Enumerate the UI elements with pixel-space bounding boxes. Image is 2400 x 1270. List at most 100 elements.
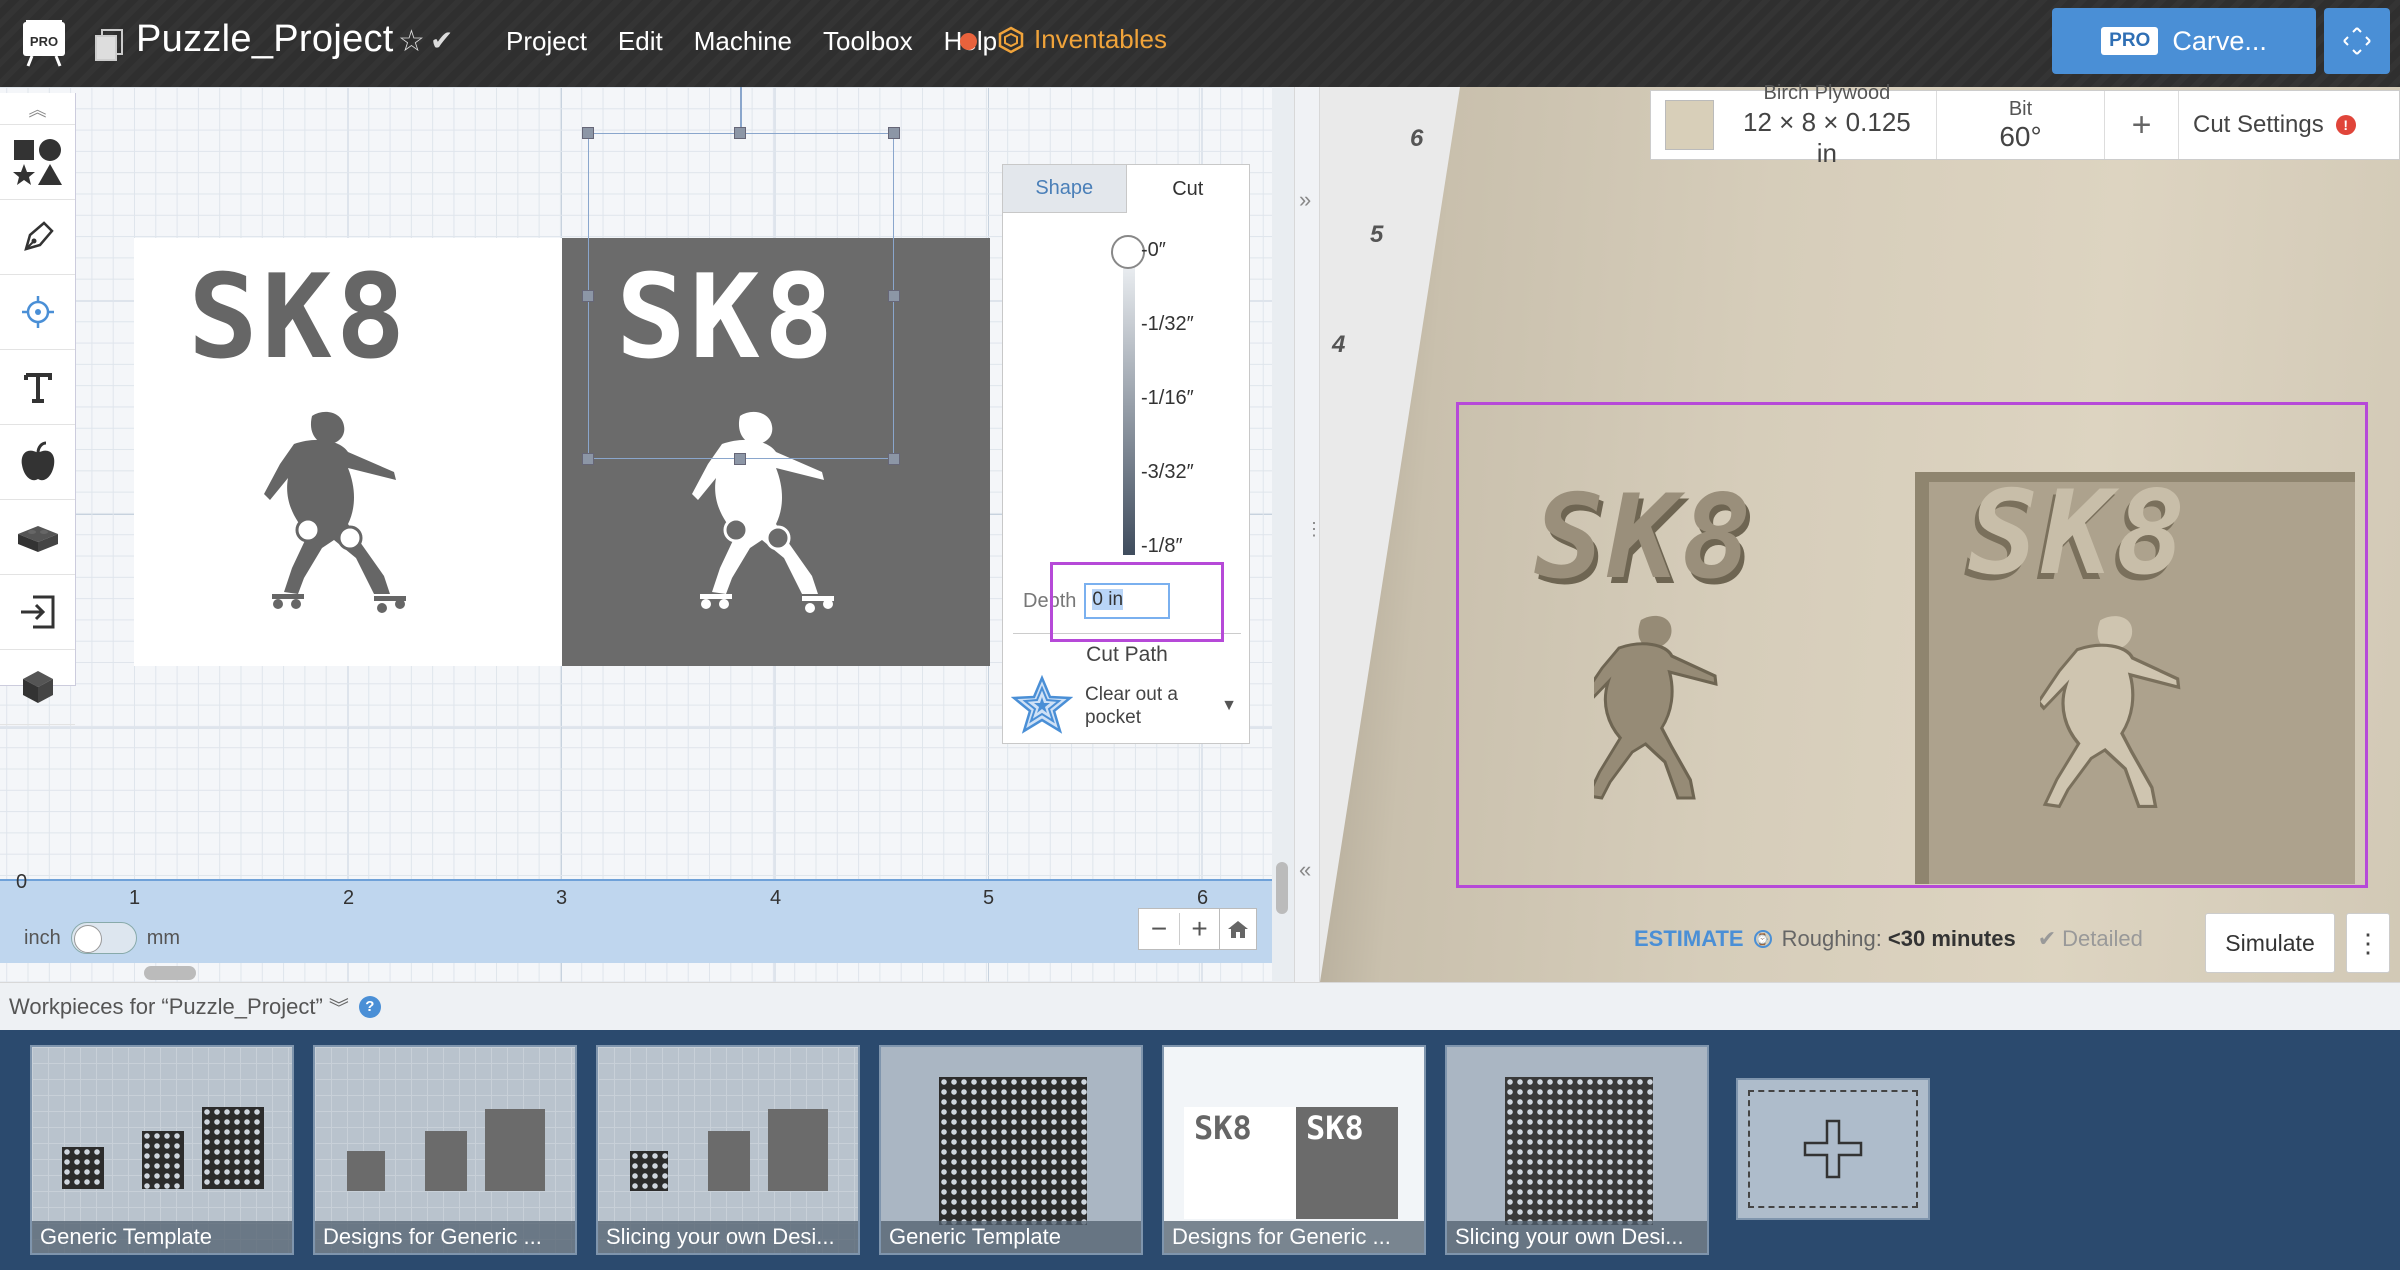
zoom-out-button[interactable]: −	[1139, 913, 1179, 945]
import-tool[interactable]	[0, 575, 75, 650]
notification-dot-icon	[960, 33, 977, 50]
collapse-right-chevron-icon[interactable]: »	[1299, 187, 1311, 213]
left-toolbar: ︽	[0, 93, 76, 725]
selection-handle[interactable]	[888, 127, 900, 139]
bit-selector[interactable]: Bit 60°	[1937, 91, 2105, 159]
cut-settings-button[interactable]: Cut Settings !	[2179, 91, 2370, 159]
thumb-puzzle	[939, 1077, 1087, 1225]
tab-shape[interactable]: Shape	[1003, 165, 1127, 213]
ruler-label: 0	[16, 871, 28, 893]
clock-icon: ⌚	[1753, 930, 1772, 948]
menu-machine[interactable]: Machine	[694, 26, 792, 57]
plus-icon	[1803, 1119, 1863, 1179]
unit-toggle[interactable]	[70, 922, 137, 954]
thumb-puzzle	[202, 1107, 264, 1189]
home-view-button[interactable]	[1219, 908, 1257, 950]
workpiece-design-white[interactable]: SK8	[134, 238, 562, 666]
point-tool[interactable]	[0, 275, 75, 350]
pocket-star-icon	[1011, 675, 1073, 734]
selection-handle[interactable]	[582, 290, 594, 302]
selection-handle[interactable]	[734, 453, 746, 465]
zoom-in-button[interactable]: +	[1179, 913, 1219, 945]
material-selector[interactable]: Birch Plywood 12 × 8 × 0.125 in	[1651, 82, 1937, 168]
text-icon	[23, 373, 52, 403]
ruler-label: 3	[556, 887, 568, 909]
warning-icon: !	[2335, 115, 2356, 135]
sk8-text-dark[interactable]: SK8	[188, 250, 410, 385]
horizontal-scrollbar[interactable]	[144, 966, 196, 980]
workpiece-thumbnail-active[interactable]: SK8 SK8 Designs for Generic ...	[1162, 1045, 1426, 1255]
depth-mark: -3/32″	[1141, 461, 1194, 483]
saved-check-icon: ✔	[430, 25, 454, 56]
panel-divider[interactable]: » ⋮ «	[1294, 87, 1323, 982]
add-workpiece-button[interactable]	[1736, 1078, 1930, 1220]
home-icon	[1228, 921, 1248, 938]
selection-handle[interactable]	[888, 290, 900, 302]
dropdown-arrow-icon[interactable]: ▼	[1221, 697, 1237, 715]
pen-tool[interactable]	[0, 200, 75, 275]
estimate-label[interactable]: ESTIMATE	[1634, 926, 1744, 952]
inventables-label: Inventables	[1034, 24, 1167, 54]
pen-icon	[23, 221, 54, 251]
axis-number: 6	[1410, 125, 1424, 152]
icon-library-tool[interactable]	[0, 425, 75, 500]
crosshair-icon	[21, 296, 54, 328]
apps-tool[interactable]	[0, 500, 75, 575]
roller-skater-icon[interactable]	[264, 408, 434, 628]
ruler-label: 2	[343, 887, 355, 909]
depth-slider-knob[interactable]	[1111, 235, 1145, 269]
inventables-link[interactable]: Inventables	[998, 24, 1167, 55]
selection-handle[interactable]	[582, 127, 594, 139]
selection-handle[interactable]	[582, 453, 594, 465]
add-workpiece-dashed	[1748, 1090, 1918, 1208]
add-bit-button[interactable]: +	[2105, 91, 2179, 159]
workpiece-thumbnail[interactable]: Generic Template	[879, 1045, 1143, 1255]
cut-settings-label: Cut Settings	[2193, 111, 2324, 138]
apple-icon	[21, 441, 54, 481]
favorite-star-icon[interactable]: ☆	[398, 24, 425, 59]
selection-handle[interactable]	[734, 127, 746, 139]
tab-cut[interactable]: Cut	[1126, 165, 1249, 213]
workpiece-thumbnail[interactable]: Slicing your own Desi...	[596, 1045, 860, 1255]
depth-highlight-box	[1050, 562, 1224, 642]
material-bar: Birch Plywood 12 × 8 × 0.125 in Bit 60° …	[1650, 82, 2400, 168]
axis-number: 5	[1370, 221, 1384, 248]
shapes-tool[interactable]	[0, 125, 75, 200]
carve-button[interactable]: PRO Carve...	[2052, 8, 2316, 74]
workpiece-thumbnail[interactable]: Designs for Generic ...	[313, 1045, 577, 1255]
thumb-sk8-text: SK8	[1194, 1109, 1252, 1147]
workpiece-thumbnail[interactable]: Slicing your own Desi...	[1445, 1045, 1709, 1255]
vertical-scrollbar[interactable]	[1276, 862, 1288, 914]
simulate-button[interactable]: Simulate	[2205, 913, 2335, 973]
zoom-controls: − +	[1138, 908, 1220, 950]
thumb-block	[768, 1109, 828, 1191]
collapse-left-chevron-icon[interactable]: «	[1299, 857, 1311, 883]
menu-toolbox[interactable]: Toolbox	[823, 26, 913, 57]
pro-logo-icon[interactable]: PRO	[20, 18, 68, 68]
selection-box[interactable]	[588, 133, 894, 459]
thumb-puzzle	[630, 1151, 668, 1191]
cut-path-select[interactable]: Clear out a pocket ▼	[1011, 673, 1243, 739]
menu-project[interactable]: Project	[506, 26, 587, 57]
detailed-label[interactable]: Detailed	[2062, 926, 2143, 952]
workpieces-title: Workpieces for “Puzzle_Project”	[9, 993, 323, 1019]
estimate-bar: ESTIMATE ⌚ Roughing: <30 minutes ✔ Detai…	[1634, 926, 2143, 952]
workpiece-thumbnail[interactable]: Generic Template	[30, 1045, 294, 1255]
text-tool[interactable]	[0, 350, 75, 425]
help-icon[interactable]: ?	[358, 995, 381, 1018]
collapse-toolbar-chevron-icon[interactable]: ︽	[0, 93, 75, 125]
selection-handle[interactable]	[888, 453, 900, 465]
project-title[interactable]: Puzzle_Project	[136, 18, 394, 61]
project-files-icon[interactable]	[94, 28, 124, 67]
depth-slider-track[interactable]	[1123, 255, 1135, 555]
menu-edit[interactable]: Edit	[618, 26, 663, 57]
expand-chevron-icon[interactable]: ︾	[329, 992, 349, 1021]
fullscreen-button[interactable]	[2324, 8, 2390, 74]
horizontal-ruler: 0 1 2 3 4 5 6	[0, 871, 1272, 963]
import-icon	[20, 595, 54, 629]
thumb-block	[708, 1131, 750, 1191]
more-options-icon[interactable]: ⋮	[2346, 913, 2390, 973]
3d-tool[interactable]	[0, 650, 75, 725]
inventables-hex-icon	[998, 26, 1024, 53]
checkmark-icon: ✔	[2037, 926, 2057, 951]
